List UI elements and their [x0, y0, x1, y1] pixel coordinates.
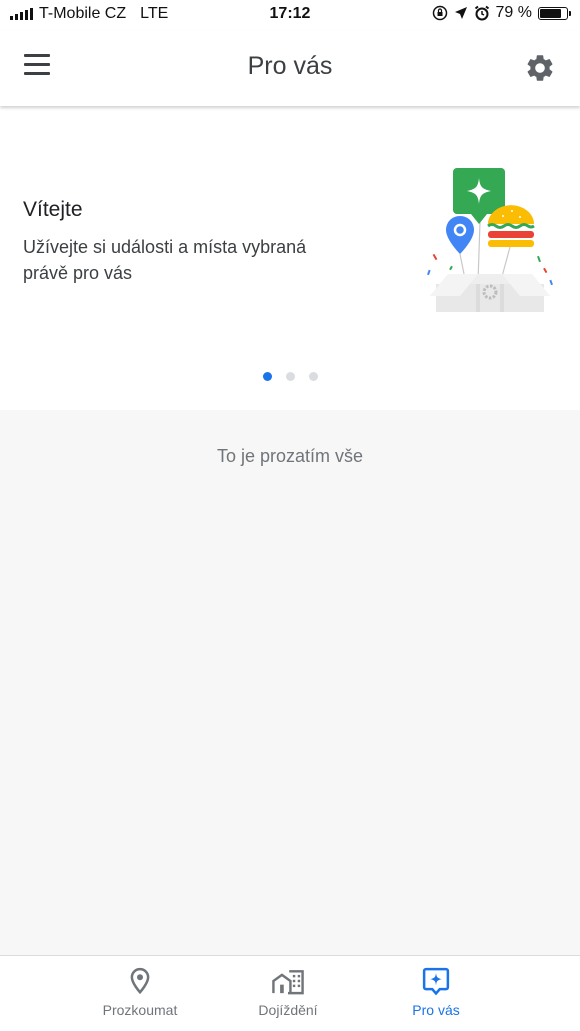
location-arrow-icon [454, 7, 467, 19]
gift-box-illustration [427, 168, 553, 312]
welcome-card[interactable]: Vítejte Užívejte si události a místa vyb… [0, 106, 580, 410]
battery-icon [538, 6, 571, 20]
page-title: Pro vás [247, 52, 333, 80]
alarm-icon [474, 5, 489, 21]
bottom-navigation: Prozkoumat Dojíždění Pro vás [0, 955, 580, 1031]
welcome-description: Užívejte si události a místa vybraná prá… [23, 237, 307, 283]
feed-end-text: To je prozatím vše [216, 446, 364, 466]
status-right: 79 % [432, 4, 571, 22]
carousel-dot[interactable] [308, 372, 318, 381]
carousel-dot[interactable] [285, 372, 295, 381]
nav-for-you-label: Pro vás [412, 1002, 460, 1018]
orientation-lock-icon [432, 5, 447, 21]
battery-level-fill [540, 8, 561, 18]
nav-commute-label: Dojíždění [258, 1002, 318, 1018]
nav-explore-label: Prozkoumat [102, 1002, 178, 1018]
app-bar: Pro vás [0, 30, 580, 106]
gear-icon[interactable] [524, 52, 556, 84]
buildings-icon [272, 970, 304, 995]
sparkle-icon [422, 967, 450, 996]
carousel-dot[interactable] [262, 372, 272, 381]
location-pin-icon [130, 967, 150, 995]
nav-for-you[interactable]: Pro vás [376, 966, 496, 1018]
nav-explore[interactable]: Prozkoumat [80, 966, 200, 1018]
welcome-title: Vítejte [23, 198, 83, 221]
battery-percent: 79 % [495, 4, 532, 21]
nav-commute[interactable]: Dojíždění [228, 966, 348, 1018]
carousel-pagination [0, 372, 580, 381]
status-bar: T-Mobile CZ LTE 17:12 79 % [0, 0, 580, 30]
